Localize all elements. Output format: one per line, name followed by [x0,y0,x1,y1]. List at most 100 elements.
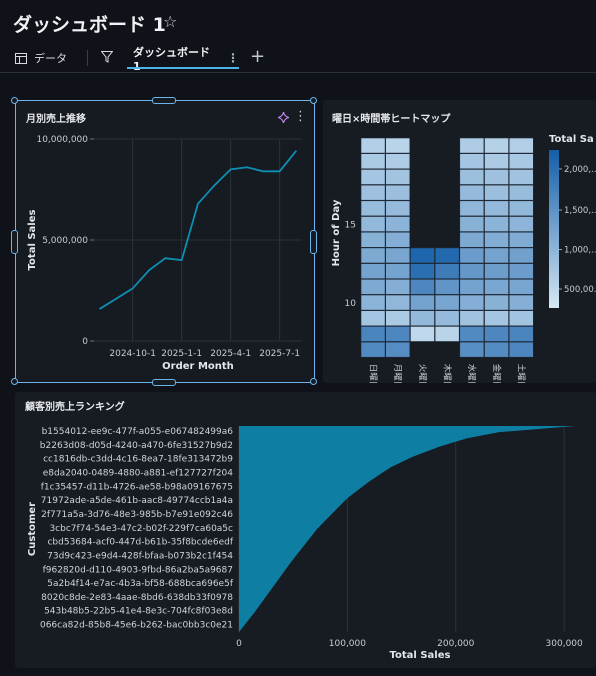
tab-data-label: データ [34,52,67,65]
heatmap-cell [360,247,386,264]
resize-corner-bl[interactable] [11,378,18,385]
resize-handle-right[interactable] [310,230,317,254]
heatmap-cell [484,137,509,154]
y-tick-label: 5,000,000 [42,236,88,246]
heatmap-cell [508,216,534,232]
tab-bar: データ ダッシュボード 1 ⋮ + [0,46,596,73]
x-tick-label: 0 [236,639,242,649]
heatmap-cell [484,310,509,327]
heatmap-cell [459,184,485,201]
y-tick-label: 15 [345,220,356,230]
tab-data[interactable]: データ [15,48,67,68]
x-tick-label: 100,000 [329,639,366,649]
active-tab-indicator [127,67,239,69]
tab-more-icon[interactable]: ⋮ [227,51,239,65]
heatmap-cell [508,231,534,248]
data-point [131,287,134,290]
heatmap-cell [385,153,411,170]
x-tick-label: 2025-7-1 [259,349,300,359]
heatmap-cell [434,310,460,327]
customer-label: 71972ade-a5de-461b-aac8-49774ccb1a4a [41,496,233,506]
heatmap-cell [360,216,386,232]
customer-ranking-panel[interactable]: 顧客別売上ランキング b1554012-ee9c-477f-a055-e0674… [15,392,596,668]
heatmap-cell [459,247,485,264]
customer-label: cc1816db-c3dd-4c16-8ea7-18fe313472b9 [43,455,233,465]
resize-corner-br[interactable] [310,378,317,385]
heatmap-cell [410,263,435,280]
resize-handle-left[interactable] [11,230,18,254]
tab-divider [87,50,88,66]
resize-handle-bottom[interactable] [152,379,176,386]
heatmap-cell [484,153,509,170]
heatmap-cell [410,247,435,264]
heatmap-cell [508,200,534,217]
y-axis-title: Customer [27,502,38,556]
resize-corner-tl[interactable] [11,97,18,104]
customer-label: cbd53684-acf0-447d-b61b-35f8bcde6edf [47,538,233,548]
add-tab-icon[interactable]: + [250,46,265,67]
heatmap-cell [459,310,485,327]
heatmap-cell [484,247,509,264]
heatmap-panel[interactable]: 曜日×時間帯ヒートマップ 15 10 Hour of Day 日曜日 月曜日 火曜日 木曜日… [323,100,596,383]
x-axis-title: Order Month [162,361,234,372]
resize-handle-top[interactable] [152,97,176,104]
heatmap-cell [434,263,460,280]
tab-dashboard-1[interactable]: ダッシュボード 1 ⋮ [127,46,239,73]
x-tick-label: 水曜日 [466,364,477,383]
customer-label: b1554012-ee9c-477f-a055-e067482499a6 [42,427,234,437]
heatmap-cell [360,169,386,185]
heatmap-cell [410,279,435,295]
y-axis-title: Hour of Day [331,199,342,266]
legend-tick-label: 1,000,... [564,246,596,256]
heatmap-cell [385,137,411,154]
heatmap-cell [385,279,411,295]
heatmap-cell [385,326,411,342]
customer-label: e8da2040-0489-4880-a881-ef127727f204 [43,468,234,478]
heatmap-cell [459,341,485,358]
customer-ranking-chart: b1554012-ee9c-477f-a055-e067482499a6 b226… [27,426,583,661]
heatmap-cell [508,279,534,295]
heatmap-cell [360,310,386,327]
data-point [213,184,216,187]
heatmap-cell [459,200,485,217]
heatmap-cell [360,137,386,154]
heatmap-cell [434,294,460,311]
legend-tick-label: 1,500,... [564,206,596,216]
heatmap-cell [508,326,534,342]
heatmap-cell [484,279,509,295]
legend-title: Total Sa [549,134,594,145]
heatmap-cell [360,294,386,311]
dashboard-header: ダッシュボード 1 ☆ データ ダッシュボード 1 ⋮ + [0,0,596,73]
heatmap-cell [385,184,411,201]
x-tick-label: 土曜日 [516,364,527,383]
monthly-sales-panel[interactable]: 月別売上推移 ⋮ 10,000,000 5,000,000 0 2024-10-1 20… [15,100,315,383]
heatmap-cell [484,200,509,217]
data-point [164,257,167,259]
page-title: ダッシュボード 1 [13,14,166,36]
table-icon [15,52,27,64]
heatmap-cell [508,247,534,264]
heatmap-cell [385,263,411,280]
data-point [229,168,232,171]
weekday-hour-heatmap: 15 10 Hour of Day 日曜日 月曜日 火曜日 木曜日 水曜日 金曜日 土曜日 Tota… [331,134,596,383]
heatmap-cell [459,169,485,185]
resize-corner-tr[interactable] [310,97,317,104]
legend-tick-label: 500,00... [564,285,596,295]
x-tick-label: 2025-1-1 [161,349,202,359]
heatmap-cell [385,247,411,264]
heatmap-cell [459,137,485,154]
heatmap-cell [484,294,509,311]
heatmap-cell [459,216,485,232]
heatmap-cell [459,231,485,248]
series-line [99,150,297,310]
x-tick-label: 木曜日 [441,364,452,383]
favorite-star-icon[interactable]: ☆ [163,12,177,31]
filter-icon[interactable] [101,51,113,63]
heatmap-cell [484,184,509,201]
customer-label: f1c35457-d11b-4726-ae58-b98a09167675 [41,482,233,492]
x-tick-label: 日曜日 [367,364,377,383]
customer-label: b2263d08-d05d-4240-a470-6fe31527b9d2 [40,441,233,451]
heatmap-cell [508,169,534,185]
x-axis-title: Total Sales [390,650,451,661]
customer-label: f962820d-d110-4903-9fbd-86a2ba5a9687 [43,565,233,575]
